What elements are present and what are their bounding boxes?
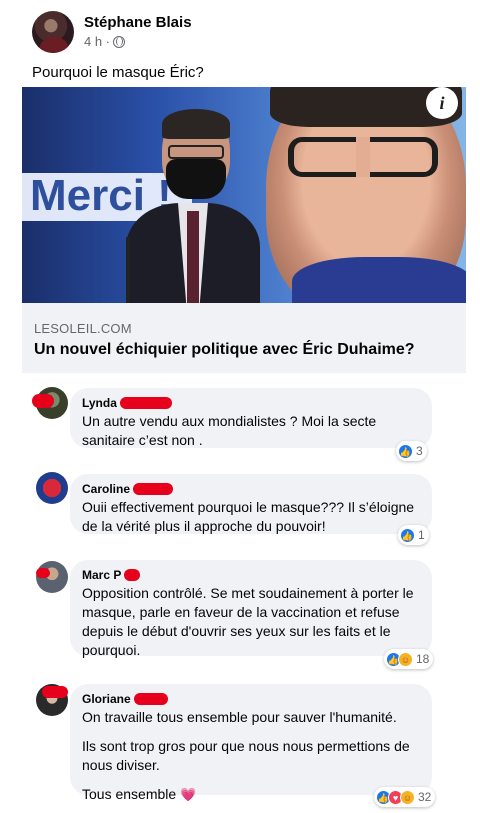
post-text: Pourquoi le masque Éric? — [32, 64, 204, 81]
comment-author-name[interactable]: Lynda — [82, 396, 117, 410]
microphone — [126, 237, 130, 303]
post-meta: 4 h · — [84, 34, 126, 49]
comment-paragraph: Opposition contrôlé. Se met soudainement… — [82, 585, 414, 658]
comment-author-name[interactable]: Marc P — [82, 568, 121, 582]
comment-bubble: Gloriane On travaille tous ensemble pour… — [70, 684, 432, 802]
post-author[interactable]: Stéphane Blais — [84, 14, 192, 31]
care-icon: ☺ — [400, 789, 415, 805]
care-icon: ☺ — [398, 651, 413, 667]
reaction-summary[interactable]: 👍 1 — [398, 525, 429, 545]
avatar-redaction — [32, 394, 54, 408]
glasses — [168, 145, 224, 159]
reaction-summary[interactable]: 👍 ☺ 18 — [384, 649, 434, 669]
reaction-count: 3 — [416, 444, 423, 458]
comment-paragraph-text: Tous ensemble — [82, 786, 177, 802]
comment-author[interactable]: Marc P — [82, 568, 420, 582]
comment-author[interactable]: Caroline — [82, 482, 420, 496]
info-icon[interactable]: i — [426, 87, 458, 119]
face-mask — [166, 159, 226, 199]
avatar-redaction — [42, 686, 68, 698]
reaction-summary[interactable]: 👍 ♥ ☺ 32 — [374, 787, 436, 807]
comment-text: Ouii effectivement pourquoi le masque???… — [82, 498, 420, 536]
comment-bubble: Lynda Un autre vendu aux mondialistes ? … — [70, 388, 432, 448]
hair — [162, 109, 230, 139]
comment-paragraph: Un autre vendu aux mondialistes ? Moi la… — [82, 413, 377, 448]
comment-text: Un autre vendu aux mondialistes ? Moi la… — [82, 412, 420, 450]
comment-text: Opposition contrôlé. Se met soudainement… — [82, 584, 420, 660]
heart-emoji: 💗 — [180, 787, 197, 802]
comment-author[interactable]: Lynda — [82, 396, 420, 410]
reaction-summary[interactable]: 👍 3 — [396, 441, 427, 461]
comment-paragraph: On travaille tous ensemble pour sauver l… — [82, 709, 397, 725]
post-time[interactable]: 4 h · — [84, 34, 110, 49]
avatar-redaction — [36, 568, 50, 578]
link-preview-image[interactable]: Merci ! i — [22, 87, 466, 303]
name-redaction — [119, 397, 172, 409]
comment-paragraph: Ouii effectivement pourquoi le masque???… — [82, 499, 415, 534]
tie — [187, 211, 199, 303]
commenter-avatar[interactable] — [36, 472, 68, 504]
name-redaction — [133, 693, 168, 705]
globe-icon — [113, 35, 126, 48]
link-preview-card[interactable]: Merci ! i LESOLEIL.COM Un nouvel échiqui… — [22, 87, 466, 373]
background-glasses — [288, 137, 438, 177]
background-shirt — [292, 257, 466, 303]
like-icon: 👍 — [398, 443, 413, 459]
comment-bubble: Marc P Opposition contrôlé. Se met souda… — [70, 560, 432, 658]
comment-paragraph: Tous ensemble 💗 — [82, 785, 420, 804]
comment-author-name[interactable]: Caroline — [82, 482, 130, 496]
like-icon: 👍 — [400, 527, 415, 543]
masked-man-figure — [126, 109, 260, 303]
comment-paragraph: Ils sont trop gros pour que nous nous pe… — [82, 738, 410, 773]
reaction-count: 18 — [416, 652, 430, 666]
reaction-count: 32 — [418, 790, 432, 804]
reaction-count: 1 — [418, 528, 425, 542]
link-title[interactable]: Un nouvel échiquier politique avec Éric … — [34, 341, 415, 359]
name-redaction — [124, 569, 141, 581]
comment-text: On travaille tous ensemble pour sauver l… — [82, 708, 420, 804]
author-avatar[interactable] — [32, 11, 74, 53]
comment-author-name[interactable]: Gloriane — [82, 692, 131, 706]
comment-bubble: Caroline Ouii effectivement pourquoi le … — [70, 474, 432, 534]
name-redaction — [133, 483, 174, 495]
link-domain[interactable]: LESOLEIL.COM — [34, 321, 132, 336]
comment-author[interactable]: Gloriane — [82, 692, 420, 706]
